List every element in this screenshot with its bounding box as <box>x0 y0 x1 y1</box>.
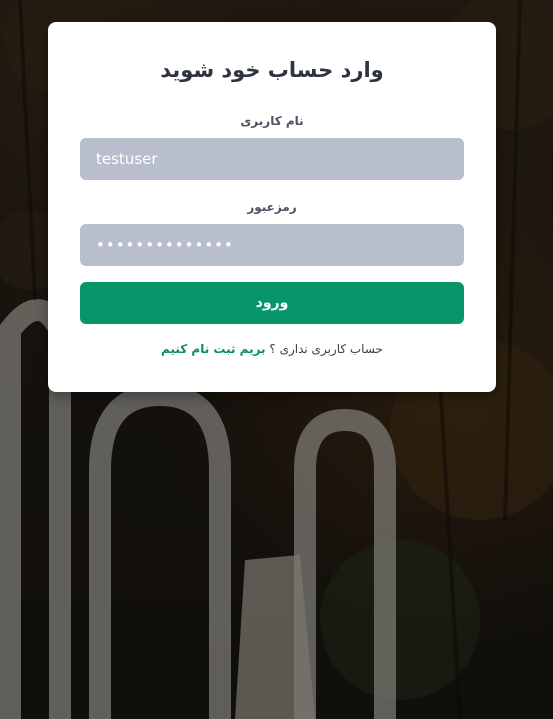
login-card: وارد حساب خود شوید نام کاربری رمزعبور ور… <box>48 22 496 392</box>
username-input[interactable] <box>80 138 464 180</box>
login-page: وارد حساب خود شوید نام کاربری رمزعبور ور… <box>0 0 553 719</box>
login-button[interactable]: ورود <box>80 282 464 324</box>
no-account-text: حساب کاربری نداری ؟ <box>269 342 383 356</box>
signup-link[interactable]: بریم ثبت نام کنیم <box>161 342 266 356</box>
login-title: وارد حساب خود شوید <box>160 58 384 82</box>
signup-prompt: حساب کاربری نداری ؟ بریم ثبت نام کنیم <box>48 342 496 356</box>
username-label: نام کاربری <box>240 114 304 128</box>
password-label: رمزعبور <box>247 200 297 214</box>
password-input[interactable] <box>80 224 464 266</box>
